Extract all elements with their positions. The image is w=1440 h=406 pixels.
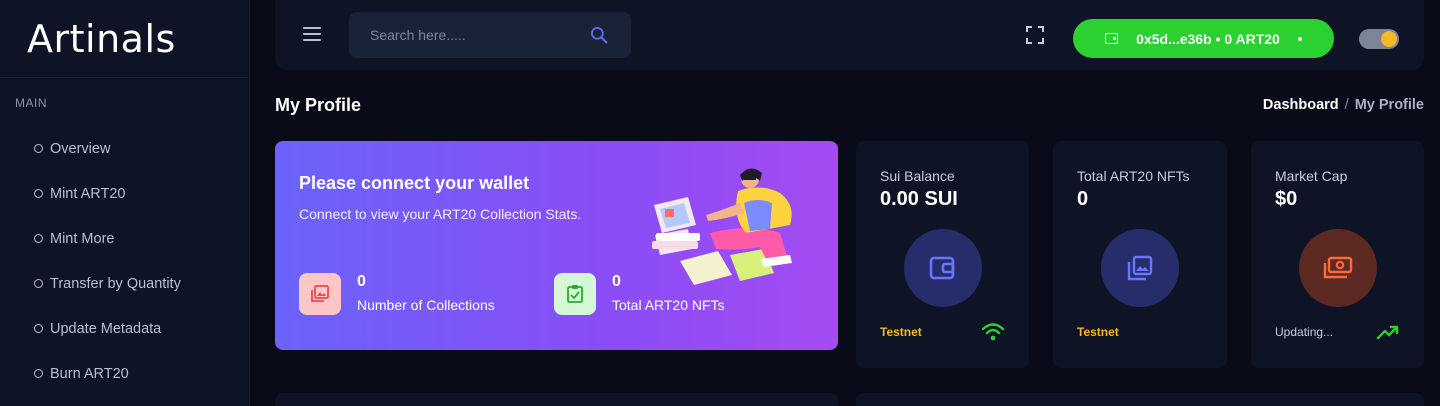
clipboard-check-icon: [554, 273, 596, 315]
circle-icon: [34, 369, 43, 378]
sidebar-item-mint-more[interactable]: Mint More: [0, 216, 249, 261]
money-icon: [1298, 229, 1377, 307]
search-box: [349, 12, 631, 58]
hamburger-menu-icon[interactable]: [303, 27, 321, 43]
sidebar-item-label: Burn ART20: [50, 365, 129, 382]
card-value: $0: [1275, 188, 1298, 210]
circle-icon: [34, 189, 43, 198]
card-label: Market Cap: [1275, 168, 1348, 184]
breadcrumb-separator: /: [1344, 97, 1349, 113]
sidebar-item-mint-art20[interactable]: Mint ART20: [0, 171, 249, 216]
wifi-icon: [981, 323, 1005, 341]
card-label: Total ART20 NFTs: [1077, 168, 1190, 184]
stat-label: Total ART20 NFTs: [612, 297, 725, 313]
search-icon[interactable]: [589, 25, 609, 45]
card-footer: Updating...: [1275, 325, 1334, 339]
circle-icon: [34, 144, 43, 153]
sui-balance-card: Sui Balance 0.00 SUI Testnet: [856, 141, 1029, 368]
toggle-knob: [1381, 31, 1397, 47]
breadcrumb-current: My Profile: [1354, 97, 1424, 113]
hero-title: Please connect your wallet: [299, 173, 530, 193]
market-cap-card: Market Cap $0 Updating...: [1251, 141, 1424, 368]
sidebar-item-transfer-by-quantity[interactable]: Transfer by Quantity: [0, 261, 249, 306]
card-label: Sui Balance: [880, 168, 955, 184]
connect-wallet-card: Please connect your wallet Connect to vi…: [275, 141, 838, 350]
hero-subtitle: Connect to view your ART20 Collection St…: [299, 206, 582, 222]
sidebar-section-label: MAIN: [15, 96, 47, 110]
wallet-connect-button[interactable]: 0x5d...e36b • 0 ART20: [1073, 19, 1334, 58]
circle-icon: [34, 324, 43, 333]
sidebar-item-label: Mint ART20: [50, 185, 126, 202]
stat-value: 0: [612, 273, 621, 290]
card-footer: Testnet: [1077, 325, 1119, 339]
circle-icon: [34, 279, 43, 288]
wallet-address-label: 0x5d...e36b • 0 ART20: [1136, 30, 1280, 47]
theme-toggle[interactable]: [1359, 29, 1399, 49]
card-value: 0: [1077, 188, 1089, 210]
lower-panel-left: [275, 393, 838, 406]
gallery-icon: [1101, 229, 1179, 307]
stat-collections: 0 Number of Collections: [299, 273, 495, 315]
circle-icon: [34, 234, 43, 243]
top-header: 0x5d...e36b • 0 ART20: [275, 0, 1424, 70]
sidebar-item-label: Mint More: [50, 230, 115, 247]
sidebar-item-label: Overview: [50, 140, 111, 157]
breadcrumb-dashboard-link[interactable]: Dashboard: [1263, 97, 1339, 113]
fullscreen-icon[interactable]: [1026, 26, 1044, 44]
sidebar-menu: Overview Mint ART20 Mint More Transfer b…: [0, 126, 249, 396]
sidebar-item-burn-art20[interactable]: Burn ART20: [0, 351, 249, 396]
image-gallery-icon: [299, 273, 341, 315]
sidebar-item-label: Transfer by Quantity: [50, 275, 181, 292]
brand-logo[interactable]: Artinals: [0, 0, 249, 78]
stat-value: 0: [357, 273, 366, 290]
sidebar: Artinals MAIN Overview Mint ART20 Mint M…: [0, 0, 250, 406]
lower-panel-right: [856, 393, 1424, 406]
breadcrumb: Dashboard / My Profile: [1263, 97, 1424, 113]
trending-up-icon: [1376, 325, 1399, 340]
stat-total-nfts: 0 Total ART20 NFTs: [554, 273, 725, 315]
wallet-icon: [903, 229, 982, 307]
sidebar-item-update-metadata[interactable]: Update Metadata: [0, 306, 249, 351]
card-value: 0.00 SUI: [880, 188, 958, 210]
stat-label: Number of Collections: [357, 297, 495, 313]
card-footer: Testnet: [880, 325, 922, 339]
sidebar-item-label: Update Metadata: [50, 320, 162, 337]
search-input[interactable]: [349, 27, 579, 43]
page-title: My Profile: [275, 95, 362, 115]
sidebar-item-overview[interactable]: Overview: [0, 126, 249, 171]
wallet-icon: [1105, 33, 1119, 44]
status-dot-icon: [1297, 36, 1302, 41]
brand-name: Artinals: [27, 16, 176, 61]
total-nfts-card: Total ART20 NFTs 0 Testnet: [1053, 141, 1227, 368]
